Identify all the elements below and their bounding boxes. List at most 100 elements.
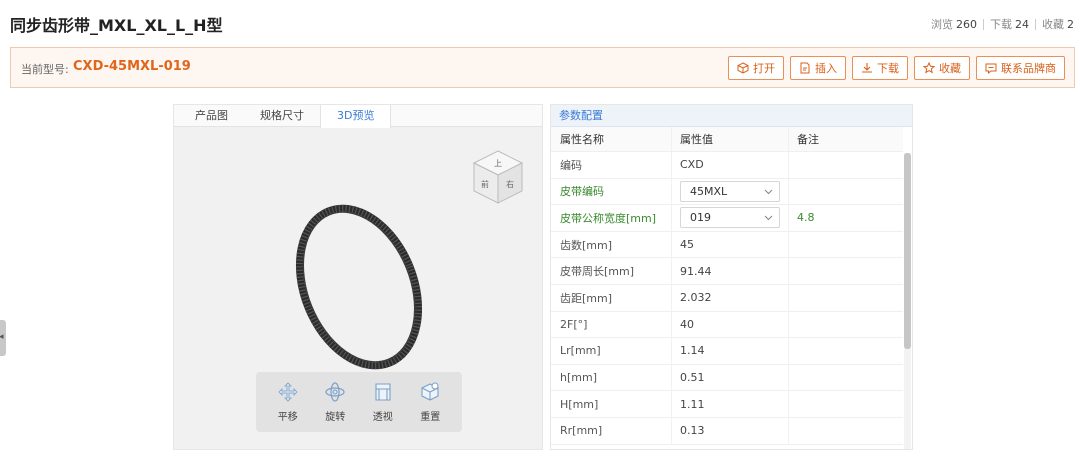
- page-title: 同步齿形带_MXL_XL_L_H型: [10, 16, 223, 35]
- download-button-label: 下载: [877, 62, 899, 75]
- reset-tool-label: 重置: [420, 412, 441, 423]
- param-name: Rr[mm]: [560, 424, 603, 438]
- cube-top-face: 上: [494, 159, 502, 168]
- param-value: 1.11: [671, 391, 788, 417]
- model-label: 当前型号:: [21, 63, 69, 76]
- rotate-icon: [325, 382, 345, 402]
- pan-icon: [278, 382, 298, 402]
- belt-width-select[interactable]: 019: [680, 207, 780, 229]
- open-button-label: 打开: [753, 62, 775, 75]
- table-row: 皮带周长[mm] 91.44: [551, 258, 903, 285]
- belt-code-selected-value: 45MXL: [690, 184, 728, 198]
- viewer-toolbar: 平移 旋转 透视 重置: [256, 372, 462, 432]
- view-cube[interactable]: 上 前 右: [466, 145, 530, 209]
- param-name: 编码: [560, 158, 582, 172]
- param-note: [788, 231, 903, 258]
- download-button[interactable]: 下载: [852, 56, 908, 80]
- param-value: 0.51: [671, 364, 788, 391]
- downloads-label: 下载: [990, 18, 1012, 31]
- favorite-button[interactable]: 收藏: [914, 56, 970, 80]
- title-bar: 同步齿形带_MXL_XL_L_H型 浏览 260 下载 24 收藏 2: [0, 0, 1080, 44]
- contact-brand-button[interactable]: 联系品牌商: [976, 56, 1065, 80]
- param-name: Lr[mm]: [560, 344, 601, 358]
- table-header: 属性名称 属性值 备注: [551, 127, 903, 152]
- params-section-title: 参数配置: [551, 105, 912, 127]
- open-button[interactable]: 打开: [728, 56, 784, 80]
- param-value: 45: [671, 231, 788, 258]
- param-value: 1.14: [671, 338, 788, 364]
- param-name: h[mm]: [560, 371, 597, 385]
- pan-tool-label: 平移: [277, 412, 298, 423]
- cube-right-face: 右: [506, 179, 514, 189]
- insert-button-label: 插入: [815, 62, 837, 75]
- chevron-down-icon: [764, 216, 773, 221]
- perspective-tool[interactable]: 透视: [372, 381, 394, 423]
- column-header-note: 备注: [788, 127, 903, 151]
- param-value-cell: 45MXL: [671, 178, 788, 205]
- box-icon: [737, 62, 749, 74]
- column-header-value: 属性值: [671, 127, 788, 151]
- param-note: [788, 178, 903, 205]
- chat-icon: [985, 63, 997, 74]
- model-value: CXD-45MXL-019: [73, 59, 191, 74]
- param-name: 齿数[mm]: [560, 238, 613, 252]
- table-row: 齿数[mm] 45: [551, 231, 903, 259]
- param-name: H[mm]: [560, 397, 599, 411]
- perspective-tool-label: 透视: [372, 412, 393, 423]
- param-value: 0.13: [671, 417, 788, 444]
- table-row: h[mm] 0.51: [551, 364, 903, 392]
- param-name: 齿距[mm]: [560, 291, 613, 305]
- params-scrollbar[interactable]: [904, 153, 911, 449]
- divider: [1035, 18, 1036, 30]
- table-row: Lr[mm] 1.14: [551, 338, 903, 365]
- reset-tool[interactable]: 重置: [419, 381, 441, 423]
- param-note: [788, 152, 903, 178]
- param-name: 皮带公称宽度[mm]: [560, 211, 657, 225]
- scrollbar-thumb[interactable]: [904, 153, 911, 349]
- downloads-count: 24: [1015, 17, 1029, 31]
- param-name: 2F[°]: [560, 317, 588, 331]
- param-note: [788, 391, 903, 417]
- belt-code-select[interactable]: 45MXL: [680, 180, 780, 202]
- rotate-tool[interactable]: 旋转: [324, 381, 346, 423]
- table-row: 齿距[mm] 2.032: [551, 284, 903, 312]
- param-value: CXD: [671, 152, 788, 178]
- param-note: [788, 338, 903, 364]
- table-row: 编码 CXD: [551, 152, 903, 179]
- tab-spec-size[interactable]: 规格尺寸: [244, 105, 320, 127]
- views-count: 260: [956, 17, 977, 31]
- param-note: [788, 258, 903, 284]
- param-note: [788, 364, 903, 391]
- params-panel: 参数配置 属性名称 属性值 备注 编码 CXD 皮带编码 45MXL 皮带公称宽…: [550, 104, 913, 450]
- contact-brand-button-label: 联系品牌商: [1001, 62, 1056, 75]
- viewer-tabs: 产品图 规格尺寸 3D预览: [174, 105, 542, 128]
- favorites-count: 2: [1067, 17, 1074, 31]
- param-value: 91.44: [671, 258, 788, 284]
- chevron-left-icon: ◂: [0, 332, 4, 342]
- divider: [983, 18, 984, 30]
- timing-belt-model[interactable]: [279, 203, 439, 373]
- tab-3d-preview[interactable]: 3D预览: [320, 105, 392, 128]
- table-row: Rr[mm] 0.13: [551, 417, 903, 445]
- side-collapse-handle[interactable]: ◂: [0, 320, 6, 356]
- params-table: 属性名称 属性值 备注 编码 CXD 皮带编码 45MXL 皮带公称宽度[mm]: [551, 127, 903, 445]
- insert-button[interactable]: 插入: [790, 56, 846, 80]
- param-note: [788, 311, 903, 338]
- table-row: 皮带公称宽度[mm] 019 4.8: [551, 205, 903, 232]
- tab-product-image[interactable]: 产品图: [179, 105, 244, 127]
- cube-front-face: 前: [481, 179, 489, 189]
- column-header-name: 属性名称: [560, 133, 604, 146]
- param-value: 2.032: [671, 284, 788, 311]
- action-buttons: 打开 插入 下载 收藏 联系品牌商: [728, 56, 1065, 80]
- favorite-button-label: 收藏: [939, 62, 961, 75]
- table-row: 皮带编码 45MXL: [551, 178, 903, 206]
- stats-bar: 浏览 260 下载 24 收藏 2: [931, 16, 1074, 32]
- pan-tool[interactable]: 平移: [277, 381, 299, 423]
- param-note: [788, 284, 903, 311]
- param-name: 皮带周长[mm]: [560, 265, 635, 279]
- chevron-down-icon: [764, 189, 773, 195]
- param-note: 4.8: [788, 205, 903, 231]
- reset-icon: [421, 382, 439, 401]
- param-name: 皮带编码: [560, 185, 604, 199]
- param-value: 40: [671, 311, 788, 338]
